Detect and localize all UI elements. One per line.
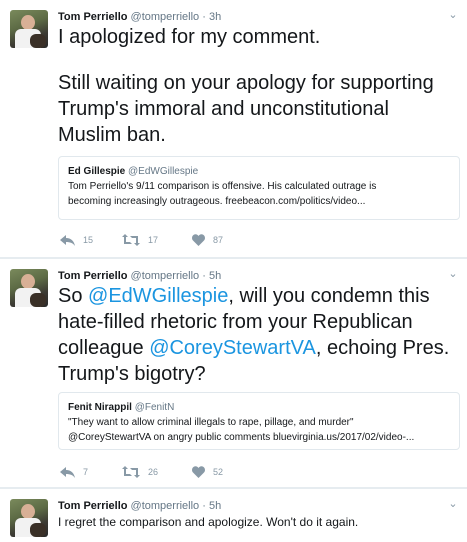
- retweet-icon: [122, 234, 140, 246]
- tweet-text-line: Still waiting on your apology for suppor…: [58, 72, 434, 146]
- quoted-text: @CoreyStewartVA on angry public comments…: [68, 432, 415, 443]
- avatar-face: [21, 504, 35, 519]
- separator-dot: ·: [202, 500, 206, 512]
- separator-dot: ·: [202, 11, 206, 23]
- quoted-author-handle: @EdWGillespie: [128, 166, 199, 177]
- retweet-count: 26: [148, 467, 159, 477]
- tweet-actions: 15 17 87: [58, 232, 258, 248]
- retweet-icon: [122, 466, 140, 478]
- avatar-face: [21, 274, 35, 289]
- quoted-tweet[interactable]: Fenit Nirappil @FenitN "They want to all…: [58, 392, 460, 450]
- avatar-dog: [30, 293, 46, 307]
- tweet-header: Tom Perriello @tomperriello · 5h: [58, 498, 437, 514]
- reply-count: 7: [83, 467, 89, 477]
- author-handle[interactable]: @tomperriello: [131, 500, 200, 512]
- avatar[interactable]: [10, 269, 48, 307]
- heart-icon: [192, 466, 205, 478]
- tweet-header: Tom Perriello @tomperriello · 3h: [58, 9, 437, 25]
- quoted-author-name: Fenit Nirappil: [68, 402, 132, 413]
- tweet-text-part: So: [58, 285, 89, 307]
- tweet-text-line: I apologized for my comment.: [58, 26, 321, 48]
- avatar-face: [21, 15, 35, 30]
- author-name[interactable]: Tom Perriello: [58, 11, 127, 23]
- chevron-down-icon[interactable]: ⌄: [446, 267, 460, 281]
- mention-link[interactable]: @EdWGillespie: [88, 285, 228, 307]
- timestamp[interactable]: 5h: [209, 500, 221, 512]
- quoted-author-handle: @FenitN: [134, 402, 175, 413]
- chevron-down-icon[interactable]: ⌄: [446, 8, 460, 22]
- retweet-count: 17: [148, 235, 159, 245]
- retweet-button[interactable]: 26: [122, 464, 158, 480]
- tweet-text: So @EdWGillespie, will you condemn this …: [58, 283, 457, 387]
- avatar-dog: [30, 34, 46, 48]
- heart-icon: [192, 234, 205, 246]
- reply-button[interactable]: 7: [60, 464, 88, 480]
- separator-dot: ·: [202, 270, 206, 282]
- like-button[interactable]: 52: [192, 464, 223, 480]
- tweet-header: Tom Perriello @tomperriello · 5h: [58, 268, 437, 284]
- reply-icon: [60, 466, 75, 478]
- author-handle[interactable]: @tomperriello: [131, 11, 200, 23]
- tweet[interactable]: Tom Perriello @tomperriello · 3h ⌄ I apo…: [0, 0, 467, 258]
- quoted-tweet[interactable]: Ed Gillespie @EdWGillespie Tom Perriello…: [58, 156, 460, 220]
- mention-link[interactable]: @CoreyStewartVA: [149, 337, 316, 359]
- quoted-text: becoming increasingly outrageous. freebe…: [68, 196, 366, 207]
- reply-count: 15: [83, 235, 94, 245]
- reply-button[interactable]: 15: [60, 232, 93, 248]
- reply-icon: [60, 234, 75, 246]
- retweet-button[interactable]: 17: [122, 232, 158, 248]
- avatar[interactable]: [10, 499, 48, 537]
- tweet-actions: 7 26 52: [58, 464, 258, 480]
- tweet[interactable]: Tom Perriello @tomperriello · 5h ⌄ I reg…: [0, 489, 467, 542]
- like-count: 52: [213, 467, 224, 477]
- avatar[interactable]: [10, 10, 48, 48]
- timestamp[interactable]: 5h: [209, 270, 221, 282]
- tweet-text: I apologized for my comment. Still waiti…: [58, 24, 457, 148]
- like-count: 87: [213, 235, 224, 245]
- like-button[interactable]: 87: [192, 232, 223, 248]
- tweet-text: I regret the comparison and apologize. W…: [58, 515, 359, 529]
- timestamp[interactable]: 3h: [209, 11, 221, 23]
- author-handle[interactable]: @tomperriello: [131, 270, 200, 282]
- quoted-author-name: Ed Gillespie: [68, 166, 126, 177]
- quoted-text: Tom Perriello's 9/11 comparison is offen…: [68, 181, 377, 192]
- tweet[interactable]: Tom Perriello @tomperriello · 5h ⌄ So @E…: [0, 259, 467, 488]
- chevron-down-icon[interactable]: ⌄: [446, 497, 460, 511]
- author-name[interactable]: Tom Perriello: [58, 270, 127, 282]
- avatar-dog: [30, 523, 46, 537]
- author-name[interactable]: Tom Perriello: [58, 500, 127, 512]
- quoted-text: "They want to allow criminal illegals to…: [68, 417, 354, 428]
